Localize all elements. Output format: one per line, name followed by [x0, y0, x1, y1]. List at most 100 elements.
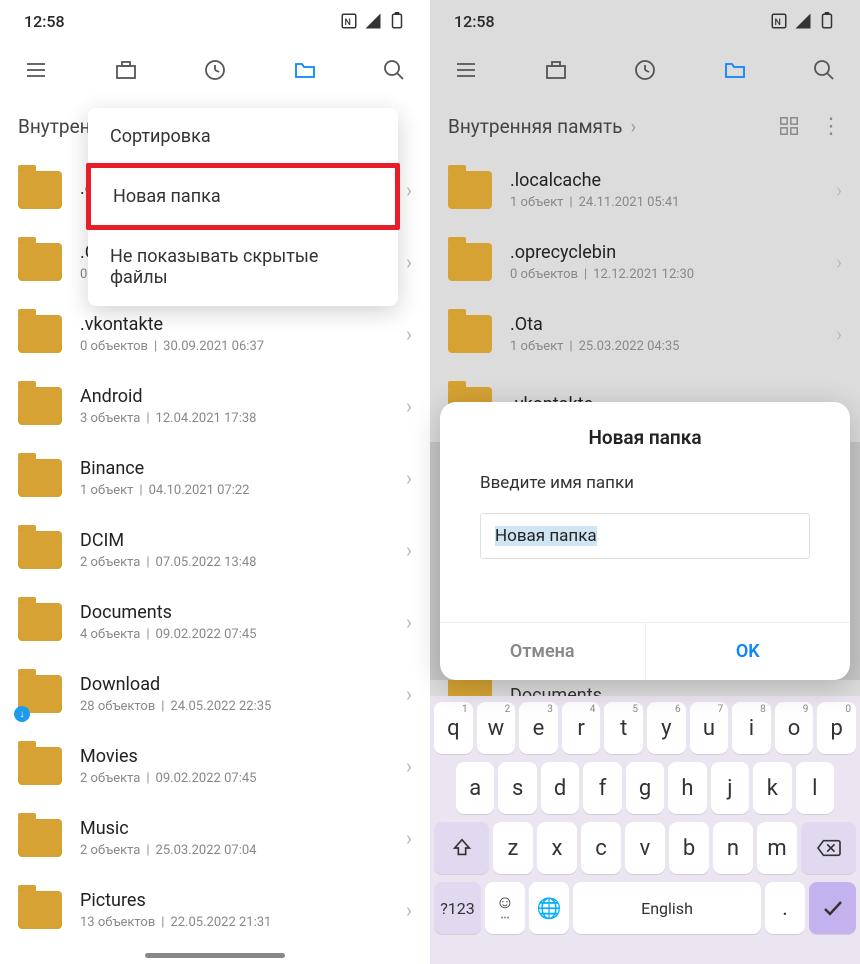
chevron-right-icon: ›	[406, 394, 412, 418]
folder-row[interactable]: .vkontakte0 объектов|30.09.2021 06:37›	[0, 298, 430, 370]
status-bar: 12:58 N	[0, 0, 430, 42]
key-l[interactable]: l	[796, 762, 834, 814]
folder-name: .localcache	[510, 170, 836, 191]
download-badge-icon: ↓	[14, 706, 30, 722]
folder-item-icon	[18, 603, 62, 641]
key-c[interactable]: c	[581, 822, 621, 874]
folder-name: Movies	[80, 746, 406, 767]
folder-meta: 2 объекта|25.03.2022 07:04	[80, 843, 406, 858]
key-superscript: 0	[845, 704, 851, 715]
menu-hide-hidden[interactable]: Не показывать скрытые файлы	[88, 228, 398, 306]
key-v[interactable]: v	[625, 822, 665, 874]
hamburger-icon	[454, 58, 478, 82]
key-z[interactable]: z	[493, 822, 533, 874]
key-p[interactable]: p0	[817, 702, 856, 754]
recent-button[interactable]	[197, 52, 233, 88]
key-q[interactable]: q1	[434, 702, 473, 754]
folder-tab-button[interactable]	[287, 52, 323, 88]
menu-button[interactable]	[18, 52, 54, 88]
key-w[interactable]: w2	[477, 702, 516, 754]
chevron-right-icon: ›	[406, 250, 412, 274]
menu-new-folder[interactable]: Новая папка	[86, 163, 400, 230]
backspace-key[interactable]	[801, 822, 856, 874]
key-t[interactable]: t5	[604, 702, 643, 754]
panel-right: 12:58 N Внутренняя память › ⋮ .localca	[430, 0, 860, 964]
key-n[interactable]: n	[713, 822, 753, 874]
menu-sort[interactable]: Сортировка	[88, 108, 398, 165]
search-button[interactable]	[806, 52, 842, 88]
nav-pill[interactable]	[145, 953, 285, 958]
category-button[interactable]	[538, 52, 574, 88]
breadcrumb-text[interactable]: Внутренняя память	[448, 115, 622, 138]
folder-row[interactable]: Binance1 объект|04.10.2021 07:22›	[0, 442, 430, 514]
folder-item-icon	[18, 891, 62, 929]
folder-name-input[interactable]: Новая папка	[480, 513, 810, 559]
folder-name: DCIM	[80, 530, 406, 551]
key-a[interactable]: a	[456, 762, 494, 814]
input-value: Новая папка	[495, 526, 597, 546]
folder-meta: 2 объекта|09.02.2022 07:45	[80, 771, 406, 786]
ok-button[interactable]: OK	[646, 623, 851, 680]
check-icon	[821, 896, 845, 920]
key-f[interactable]: f	[583, 762, 621, 814]
key-e[interactable]: e3	[519, 702, 558, 754]
period-key[interactable]: .	[765, 882, 805, 934]
key-b[interactable]: b	[669, 822, 709, 874]
shift-key[interactable]	[434, 822, 489, 874]
dialog-prompt: Введите имя папки	[440, 463, 850, 513]
folder-row[interactable]: Pictures13 объектов|22.05.2022 21:31›	[0, 874, 430, 946]
folder-row[interactable]: Documents4 объекта|09.02.2022 07:45›	[0, 586, 430, 658]
key-h[interactable]: h	[668, 762, 706, 814]
search-button[interactable]	[376, 52, 412, 88]
key-superscript: 9	[803, 704, 809, 715]
folder-row[interactable]: Android3 объекта|12.04.2021 17:38›	[0, 370, 430, 442]
folder-icon	[293, 58, 317, 82]
key-m[interactable]: m	[757, 822, 797, 874]
folder-tab-button[interactable]	[717, 52, 753, 88]
folder-row[interactable]: DCIM2 объекта|07.05.2022 13:48›	[0, 514, 430, 586]
menu-button[interactable]	[448, 52, 484, 88]
key-y[interactable]: y6	[647, 702, 686, 754]
grid-view-icon[interactable]	[778, 115, 800, 137]
folder-item-icon	[18, 747, 62, 785]
folder-meta: 1 объект|24.11.2021 05:41	[510, 195, 836, 210]
kbd-row-4: ?123 ☺••• 🌐 English .	[434, 882, 856, 934]
key-s[interactable]: s	[498, 762, 536, 814]
category-button[interactable]	[108, 52, 144, 88]
folder-row[interactable]: .Ota1 объект|25.03.2022 04:35›	[430, 298, 860, 370]
folder-item-icon	[448, 243, 492, 281]
clock-icon	[203, 58, 227, 82]
nfc-icon: N	[340, 12, 358, 30]
emoji-key[interactable]: ☺•••	[485, 882, 525, 934]
key-r[interactable]: r4	[562, 702, 601, 754]
more-menu-icon[interactable]: ⋮	[820, 114, 842, 139]
folder-name: .Ota	[510, 314, 836, 335]
key-u[interactable]: u7	[690, 702, 729, 754]
symbols-key[interactable]: ?123	[434, 882, 481, 934]
folder-row[interactable]: Movies 2 объекта|09.02.2022 07:45›	[0, 730, 430, 802]
key-g[interactable]: g	[626, 762, 664, 814]
key-superscript: 4	[590, 704, 596, 715]
folder-row[interactable]: .oprecyclebin0 объектов|12.12.2021 12:30…	[430, 226, 860, 298]
key-k[interactable]: k	[753, 762, 791, 814]
folder-item-icon	[18, 171, 62, 209]
signal-icon	[364, 12, 382, 30]
folder-row[interactable]: .localcache1 объект|24.11.2021 05:41›	[430, 154, 860, 226]
dialog-title: Новая папка	[440, 402, 850, 463]
language-key[interactable]: 🌐	[529, 882, 569, 934]
folder-row[interactable]: Download28 объектов|24.05.2022 22:35›↓	[0, 658, 430, 730]
enter-key[interactable]	[809, 882, 856, 934]
key-j[interactable]: j	[711, 762, 749, 814]
cancel-button[interactable]: Отмена	[440, 623, 646, 680]
chevron-right-icon: ›	[406, 610, 412, 634]
folder-row[interactable]: Music2 объекта|25.03.2022 07:04›	[0, 802, 430, 874]
chevron-right-icon: ›	[406, 754, 412, 778]
key-x[interactable]: x	[537, 822, 577, 874]
chevron-right-icon: ›	[836, 250, 842, 274]
recent-button[interactable]	[627, 52, 663, 88]
key-i[interactable]: i8	[732, 702, 771, 754]
space-key[interactable]: English	[573, 882, 761, 934]
key-o[interactable]: o9	[775, 702, 814, 754]
key-d[interactable]: d	[541, 762, 579, 814]
kbd-row-3: zxcvbnm	[434, 822, 856, 874]
